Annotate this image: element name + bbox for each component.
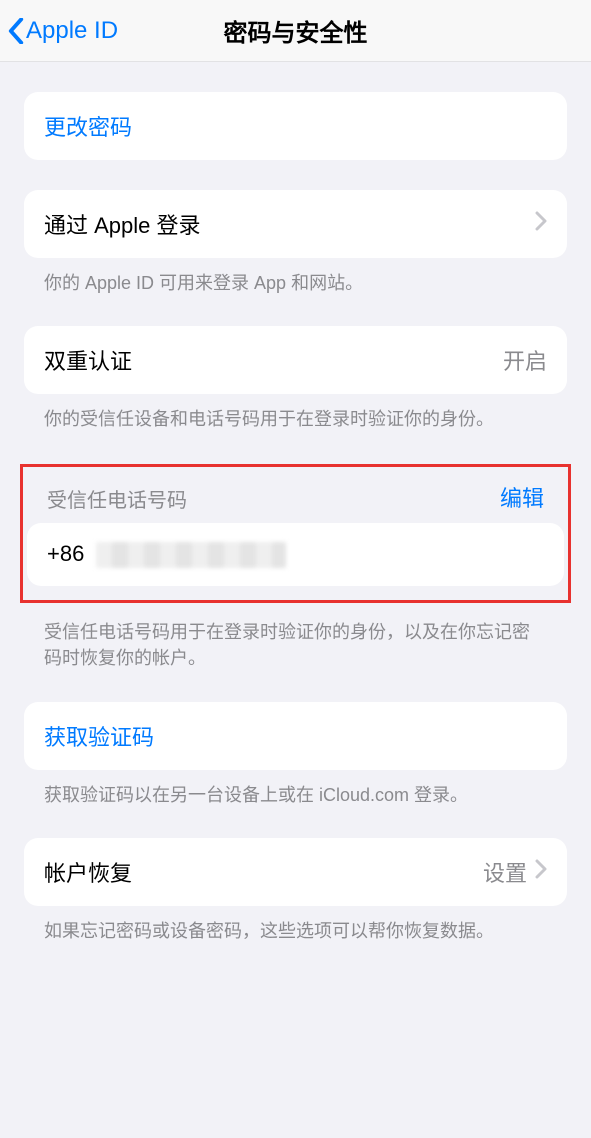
- change-password-row[interactable]: 更改密码: [24, 92, 567, 160]
- sign-in-with-apple-footer: 你的 Apple ID 可用来登录 App 和网站。: [24, 258, 567, 296]
- phone-prefix: +86: [47, 541, 84, 566]
- nav-header: Apple ID 密码与安全性: [0, 0, 591, 62]
- chevron-left-icon: [8, 18, 24, 44]
- back-button[interactable]: Apple ID: [8, 17, 118, 45]
- phone-redacted: [96, 542, 286, 568]
- back-label: Apple ID: [26, 17, 118, 45]
- trusted-phone-footer: 受信任电话号码用于在登录时验证你的身份，以及在你忘记密码时恢复你的帐户。: [24, 607, 567, 671]
- get-verification-code-footer: 获取验证码以在另一台设备上或在 iCloud.com 登录。: [24, 770, 567, 808]
- change-password-label: 更改密码: [44, 110, 132, 142]
- get-verification-code-row[interactable]: 获取验证码: [24, 702, 567, 770]
- account-recovery-value: 设置: [483, 856, 527, 888]
- account-recovery-label: 帐户恢复: [44, 856, 132, 888]
- account-recovery-footer: 如果忘记密码或设备密码，这些选项可以帮你恢复数据。: [24, 906, 567, 944]
- two-factor-label: 双重认证: [44, 344, 132, 376]
- two-factor-row[interactable]: 双重认证 开启: [24, 326, 567, 394]
- account-recovery-row[interactable]: 帐户恢复 设置: [24, 838, 567, 906]
- get-verification-code-label: 获取验证码: [44, 720, 154, 752]
- trusted-phone-row[interactable]: +86: [27, 523, 564, 586]
- edit-trusted-phone-button[interactable]: 编辑: [500, 481, 544, 513]
- sign-in-with-apple-label: 通过 Apple 登录: [44, 208, 201, 240]
- chevron-right-icon: [535, 211, 547, 237]
- two-factor-footer: 你的受信任设备和电话号码用于在登录时验证你的身份。: [24, 394, 567, 432]
- chevron-right-icon: [535, 859, 547, 885]
- trusted-phone-highlight: 受信任电话号码 编辑 +86: [20, 464, 571, 603]
- trusted-phone-header: 受信任电话号码: [47, 484, 187, 513]
- trusted-phone-number: +86: [47, 541, 286, 568]
- sign-in-with-apple-row[interactable]: 通过 Apple 登录: [24, 190, 567, 258]
- two-factor-value: 开启: [503, 344, 547, 376]
